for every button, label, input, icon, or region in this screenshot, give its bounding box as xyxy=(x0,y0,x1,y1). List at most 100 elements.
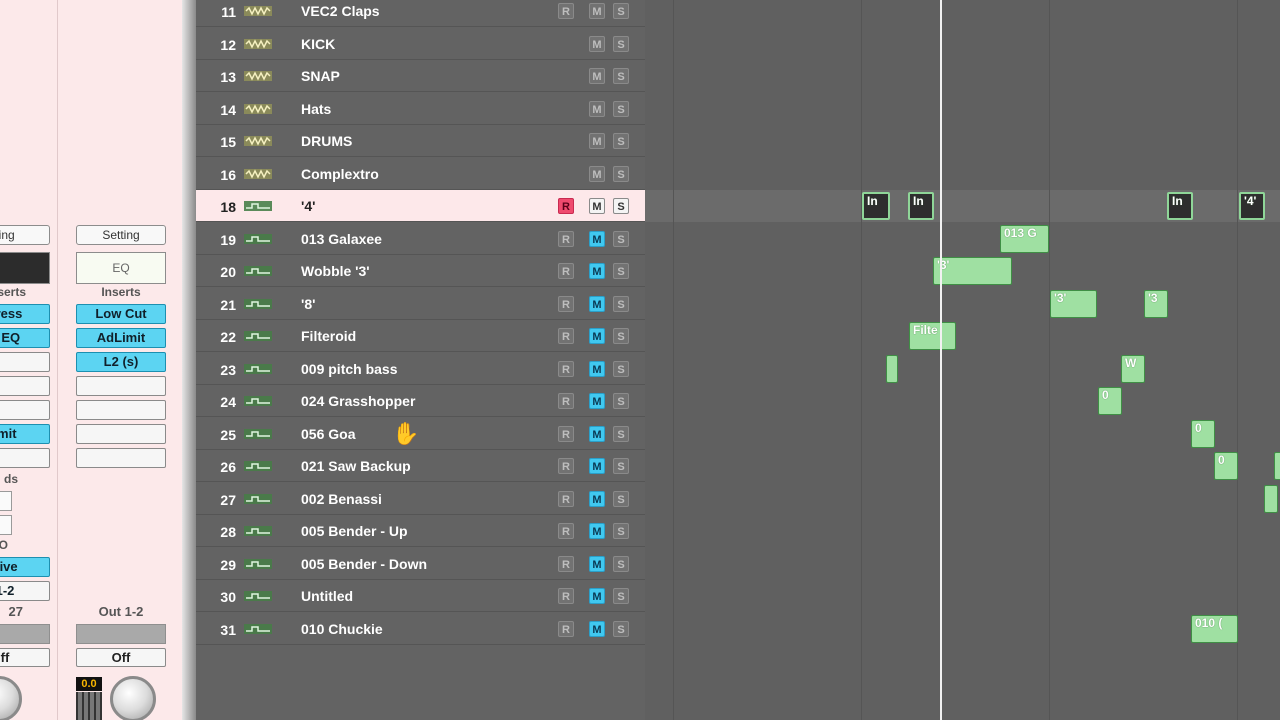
mute-button[interactable]: M xyxy=(589,491,605,507)
insert-slot-4[interactable] xyxy=(0,376,50,396)
insert-slot-adlimit[interactable]: AdLimit xyxy=(76,328,166,348)
track-name[interactable]: KICK xyxy=(301,36,335,52)
track-row[interactable]: 30 Untitled R M S xyxy=(196,580,645,612)
mute-button[interactable]: M xyxy=(589,621,605,637)
midi-region[interactable] xyxy=(886,355,898,383)
track-row[interactable]: 27 002 Benassi R M S xyxy=(196,483,645,515)
insert-slot-2[interactable]: n EQ xyxy=(0,328,50,348)
eq-display[interactable]: EQ xyxy=(76,252,166,284)
track-name[interactable]: 002 Benassi xyxy=(301,491,382,507)
track-row[interactable]: 22 Filteroid R M S xyxy=(196,320,645,352)
midi-region[interactable]: In xyxy=(1167,192,1193,220)
solo-button[interactable]: S xyxy=(613,393,629,409)
track-name[interactable]: 056 Goa xyxy=(301,426,355,442)
group-slot[interactable] xyxy=(76,624,166,644)
midi-region[interactable]: W xyxy=(1121,355,1145,383)
track-row[interactable]: 23 009 pitch bass R M S xyxy=(196,353,645,385)
track-name[interactable]: 021 Saw Backup xyxy=(301,458,411,474)
midi-region[interactable]: 010 ( xyxy=(1191,615,1238,643)
midi-region[interactable]: '3 xyxy=(1144,290,1168,318)
midi-region[interactable]: '3' xyxy=(1050,290,1097,318)
insert-slot-6[interactable] xyxy=(76,424,166,444)
midi-region[interactable]: '3' xyxy=(933,257,1012,285)
track-name[interactable]: Wobble '3' xyxy=(301,263,370,279)
solo-button[interactable]: S xyxy=(613,198,629,214)
record-enable-button[interactable]: R xyxy=(558,328,574,344)
mute-button[interactable]: M xyxy=(589,361,605,377)
record-enable-button[interactable]: R xyxy=(558,458,574,474)
track-row[interactable]: 26 021 Saw Backup R M S xyxy=(196,450,645,482)
mute-button[interactable]: M xyxy=(589,296,605,312)
record-enable-button[interactable]: R xyxy=(558,296,574,312)
track-row[interactable]: 11 VEC2 Claps R M S xyxy=(196,0,645,27)
solo-button[interactable]: S xyxy=(613,523,629,539)
arrange-area[interactable]: In In In '4' 013 G '3' '3' '3 Filte W 0 0 0 010 ( xyxy=(645,0,1280,720)
solo-button[interactable]: S xyxy=(613,491,629,507)
record-enable-button[interactable]: R xyxy=(558,621,574,637)
playhead[interactable] xyxy=(940,0,942,720)
record-enable-button[interactable]: R xyxy=(558,426,574,442)
track-name[interactable]: Complextro xyxy=(301,166,379,182)
midi-region[interactable] xyxy=(1264,485,1278,513)
mute-button[interactable]: M xyxy=(589,101,605,117)
midi-region[interactable]: In xyxy=(908,192,934,220)
pan-knob[interactable] xyxy=(0,676,22,720)
track-row[interactable]: 31 010 Chuckie R M S xyxy=(196,613,645,645)
track-row[interactable]: 18 '4' R M S xyxy=(196,190,645,222)
record-enable-button[interactable]: R xyxy=(558,361,574,377)
insert-slot-1[interactable]: press xyxy=(0,304,50,324)
setting-button[interactable]: ting xyxy=(0,225,50,245)
mute-button[interactable]: M xyxy=(589,588,605,604)
panel-splitter[interactable] xyxy=(182,0,196,720)
solo-button[interactable]: S xyxy=(613,101,629,117)
track-name[interactable]: DRUMS xyxy=(301,133,352,149)
record-enable-button[interactable]: R xyxy=(558,3,574,19)
track-name[interactable]: 010 Chuckie xyxy=(301,621,383,637)
solo-button[interactable]: S xyxy=(613,133,629,149)
send-slot-1[interactable] xyxy=(0,491,12,511)
track-name[interactable]: Untitled xyxy=(301,588,353,604)
track-name[interactable]: 013 Galaxee xyxy=(301,231,382,247)
record-enable-button[interactable]: R xyxy=(558,491,574,507)
mute-button[interactable]: M xyxy=(589,263,605,279)
insert-slot-4[interactable] xyxy=(76,376,166,396)
setting-button[interactable]: Setting xyxy=(76,225,166,245)
midi-region[interactable]: Filte xyxy=(909,322,956,350)
track-name[interactable]: Hats xyxy=(301,101,331,117)
solo-button[interactable]: S xyxy=(613,458,629,474)
record-enable-button[interactable]: R xyxy=(558,263,574,279)
mute-button[interactable]: M xyxy=(589,36,605,52)
mute-button[interactable]: M xyxy=(589,166,605,182)
solo-button[interactable]: S xyxy=(613,621,629,637)
track-row[interactable]: 24 024 Grasshopper R M S xyxy=(196,385,645,417)
track-row[interactable]: 29 005 Bender - Down R M S xyxy=(196,548,645,580)
insert-slot-5[interactable] xyxy=(0,400,50,420)
record-enable-button[interactable]: R xyxy=(558,588,574,604)
insert-slot-low-cut[interactable]: Low Cut xyxy=(76,304,166,324)
track-name[interactable]: 009 pitch bass xyxy=(301,361,398,377)
solo-button[interactable]: S xyxy=(613,296,629,312)
output-button[interactable]: 1-2 xyxy=(0,581,50,601)
track-row[interactable]: 14 Hats M S xyxy=(196,93,645,125)
solo-button[interactable]: S xyxy=(613,3,629,19)
track-row[interactable]: 12 KICK M S xyxy=(196,28,645,60)
insert-slot-l2[interactable]: L2 (s) xyxy=(76,352,166,372)
insert-slot-7[interactable] xyxy=(0,448,50,468)
send-slot-2[interactable] xyxy=(0,515,12,535)
mute-button[interactable]: M xyxy=(589,3,605,19)
mute-button[interactable]: M xyxy=(589,231,605,247)
solo-button[interactable]: S xyxy=(613,166,629,182)
insert-slot-6[interactable]: imit xyxy=(0,424,50,444)
solo-button[interactable]: S xyxy=(613,361,629,377)
midi-region[interactable]: 013 G xyxy=(1000,225,1049,253)
mute-button[interactable]: M xyxy=(589,198,605,214)
mute-button[interactable]: M xyxy=(589,426,605,442)
track-name[interactable]: 005 Bender - Up xyxy=(301,523,408,539)
solo-button[interactable]: S xyxy=(613,263,629,279)
midi-region[interactable]: 0 xyxy=(1191,420,1215,448)
track-row[interactable]: 16 Complextro M S xyxy=(196,158,645,190)
solo-button[interactable]: S xyxy=(613,426,629,442)
track-row[interactable]: 28 005 Bender - Up R M S xyxy=(196,515,645,547)
solo-button[interactable]: S xyxy=(613,328,629,344)
midi-region[interactable]: In xyxy=(862,192,890,220)
